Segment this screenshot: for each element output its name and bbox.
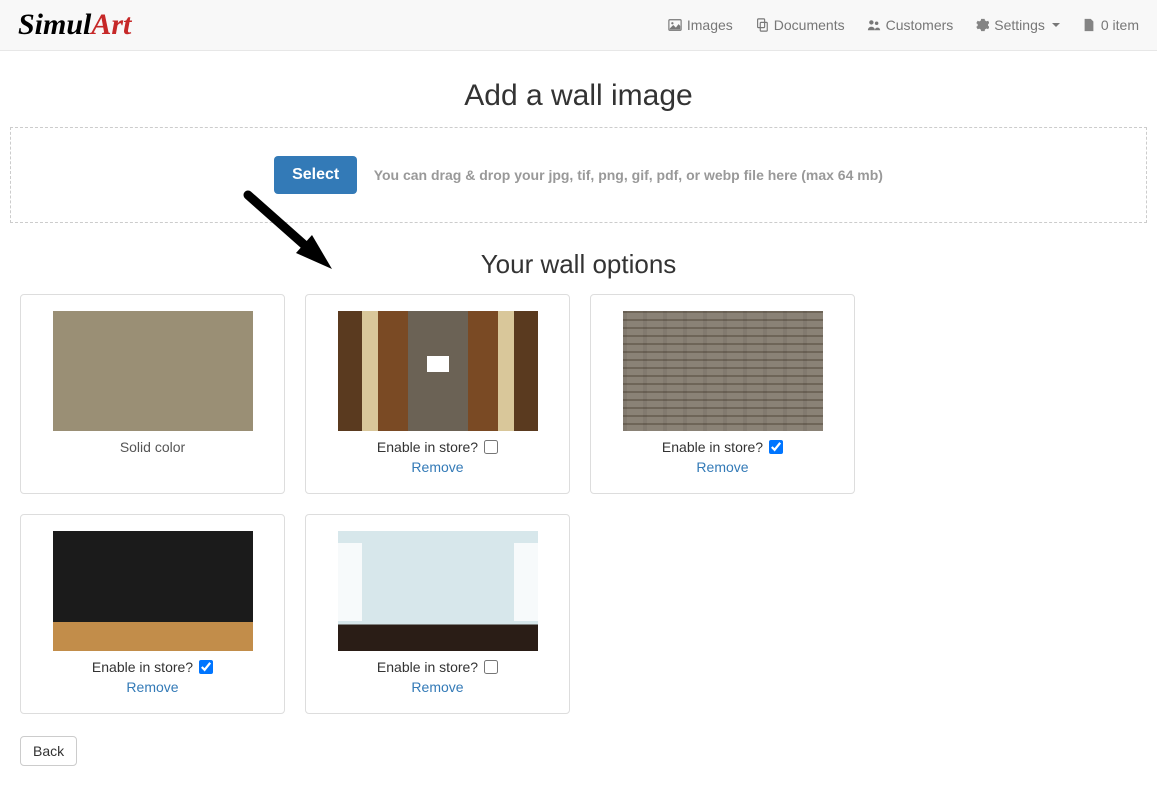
enable-row: Enable in store? (37, 659, 268, 675)
nav-cart[interactable]: 0 item (1082, 17, 1139, 33)
wall-thumbnail[interactable] (53, 531, 253, 651)
remove-link[interactable]: Remove (411, 679, 463, 695)
enable-label: Enable in store? (662, 439, 763, 455)
nav-images-label: Images (687, 17, 733, 33)
file-icon (1082, 18, 1096, 32)
navbar: SimulArt Images Documents Customers Sett… (0, 0, 1157, 51)
nav-customers-label: Customers (886, 17, 954, 33)
wall-option-card: Enable in store? Remove (305, 294, 570, 494)
select-button[interactable]: Select (274, 156, 357, 194)
nav-cart-label: 0 item (1101, 17, 1139, 33)
back-button[interactable]: Back (20, 736, 77, 766)
wall-option-card: Solid color (20, 294, 285, 494)
remove-link[interactable]: Remove (696, 459, 748, 475)
wall-thumbnail[interactable] (623, 311, 823, 431)
page-title: Add a wall image (10, 79, 1147, 113)
brand-first: Simul (18, 8, 91, 41)
nav-images[interactable]: Images (668, 17, 733, 33)
upload-hint: You can drag & drop your jpg, tif, png, … (374, 167, 883, 183)
brand-accent: Art (91, 8, 131, 41)
nav-settings[interactable]: Settings (975, 17, 1060, 33)
nav-items: Images Documents Customers Settings 0 it… (668, 17, 1139, 33)
gear-icon (975, 18, 989, 32)
section-title: Your wall options (10, 249, 1147, 280)
wall-options-grid: Solid color Enable in store? Remove Enab… (10, 294, 1147, 714)
wall-thumbnail[interactable] (338, 311, 538, 431)
enable-label: Enable in store? (377, 659, 478, 675)
enable-checkbox[interactable] (484, 660, 498, 674)
wall-option-card: Enable in store? Remove (20, 514, 285, 714)
brand-logo[interactable]: SimulArt (18, 8, 131, 42)
enable-label: Enable in store? (92, 659, 193, 675)
main-container: Add a wall image Select You can drag & d… (0, 51, 1157, 786)
chevron-down-icon (1052, 23, 1060, 27)
wall-thumbnail[interactable] (338, 531, 538, 651)
upload-dropzone[interactable]: Select You can drag & drop your jpg, tif… (10, 127, 1147, 223)
wall-option-card: Enable in store? Remove (590, 294, 855, 494)
enable-label: Enable in store? (377, 439, 478, 455)
wall-option-label: Solid color (37, 439, 268, 455)
nav-customers[interactable]: Customers (867, 17, 954, 33)
nav-settings-label: Settings (994, 17, 1045, 33)
picture-icon (668, 18, 682, 32)
remove-link[interactable]: Remove (126, 679, 178, 695)
enable-checkbox[interactable] (199, 660, 213, 674)
enable-checkbox[interactable] (769, 440, 783, 454)
users-icon (867, 18, 881, 32)
nav-documents-label: Documents (774, 17, 845, 33)
wall-thumbnail[interactable] (53, 311, 253, 431)
wall-option-card: Enable in store? Remove (305, 514, 570, 714)
copy-icon (755, 18, 769, 32)
enable-checkbox[interactable] (484, 440, 498, 454)
enable-row: Enable in store? (322, 439, 553, 455)
nav-documents[interactable]: Documents (755, 17, 845, 33)
enable-row: Enable in store? (607, 439, 838, 455)
remove-link[interactable]: Remove (411, 459, 463, 475)
enable-row: Enable in store? (322, 659, 553, 675)
